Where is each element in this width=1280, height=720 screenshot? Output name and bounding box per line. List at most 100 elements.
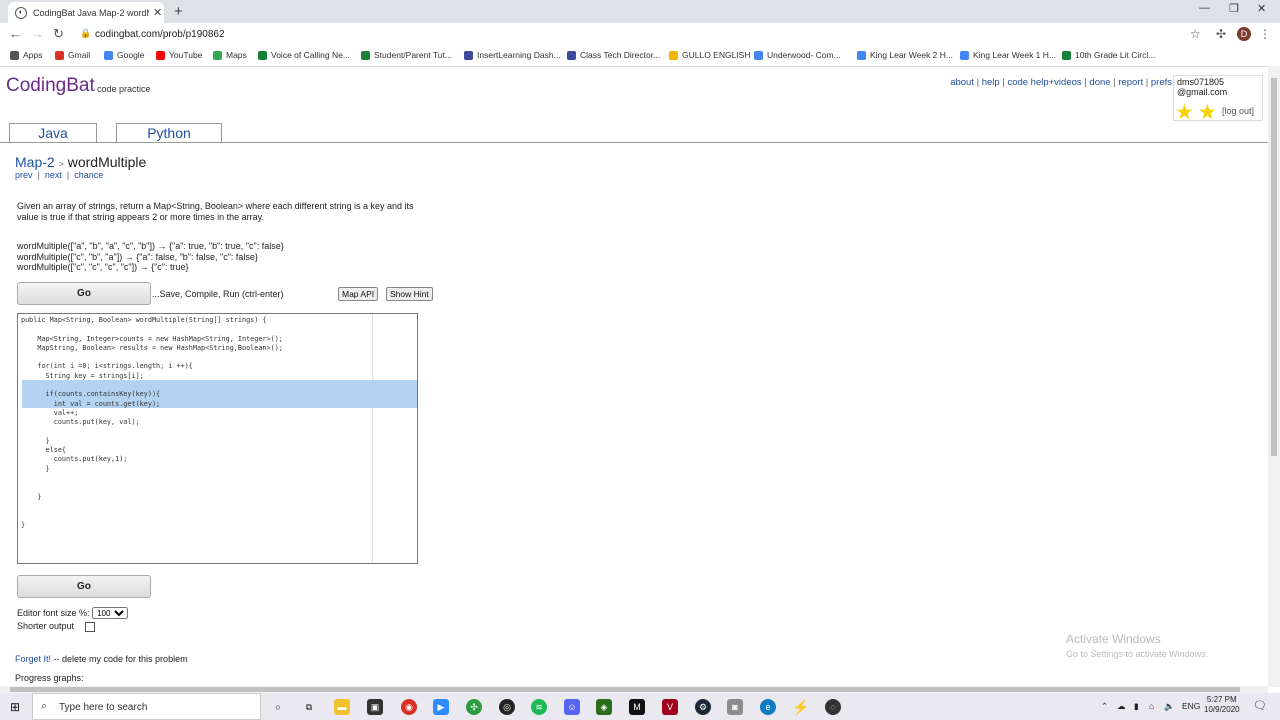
logout-link[interactable]: [log out] — [1222, 106, 1254, 116]
bookmark-item[interactable]: Underwood- Com... — [754, 50, 841, 60]
notifications-icon[interactable]: 🗨 — [1253, 699, 1267, 712]
tray-chevron-icon[interactable]: ⌃ — [1101, 701, 1108, 712]
code-line[interactable] — [21, 325, 283, 334]
maximize-icon[interactable]: ❐ — [1229, 2, 1239, 15]
bookmark-item[interactable]: InsertLearning Dash... — [464, 50, 561, 60]
tab-java[interactable]: Java — [9, 123, 97, 142]
code-line[interactable]: } — [21, 437, 283, 446]
chrome-icon[interactable]: ◉ — [401, 699, 417, 715]
lock-icon[interactable]: 🔒 — [80, 28, 91, 39]
camera-icon[interactable]: ◙ — [727, 699, 743, 715]
power-icon[interactable]: ▮ — [1134, 701, 1139, 712]
bookmark-item[interactable]: King Lear Week 2 H... — [857, 50, 953, 60]
cortana-icon[interactable]: ○ — [270, 699, 286, 715]
task-view-icon[interactable]: ⧉ — [301, 699, 317, 715]
file-explorer-icon[interactable]: ▬ — [334, 699, 350, 715]
app-icon[interactable]: ✣ — [466, 699, 482, 715]
minimize-icon[interactable]: — — [1199, 2, 1210, 14]
app-icon[interactable]: ⚡ — [792, 699, 809, 715]
steam-icon[interactable]: ⚙ — [695, 699, 711, 715]
help-link[interactable]: help — [982, 77, 1000, 88]
code-line[interactable]: counts.put(key, val); — [21, 418, 283, 427]
font-size-select[interactable]: 100 — [92, 607, 129, 619]
bookmark-item[interactable]: Gmail — [55, 50, 90, 60]
map-api-button[interactable]: Map API — [338, 287, 379, 301]
extensions-icon[interactable]: ✣ — [1216, 27, 1226, 41]
code-help-link[interactable]: code help+videos — [1007, 77, 1081, 88]
reload-icon[interactable]: ↻ — [53, 26, 64, 42]
code-line[interactable] — [21, 502, 283, 511]
discord-icon[interactable]: ☺ — [564, 699, 580, 715]
shorter-output-checkbox[interactable] — [84, 621, 95, 632]
code-line[interactable]: } — [21, 493, 283, 502]
language-indicator[interactable]: ENG — [1182, 701, 1200, 711]
close-window-icon[interactable]: ✕ — [1257, 2, 1266, 15]
tab-python[interactable]: Python — [116, 123, 222, 142]
store-icon[interactable]: ▣ — [367, 699, 383, 715]
chrome-menu-icon[interactable]: ⋮ — [1259, 27, 1271, 41]
code-line[interactable]: String key = strings[i]; — [21, 372, 283, 381]
next-link[interactable]: next — [45, 170, 62, 180]
code-line[interactable]: } — [21, 521, 283, 530]
spotify-icon[interactable]: ≋ — [531, 699, 547, 715]
nvidia-icon[interactable]: ◈ — [596, 699, 612, 715]
back-icon[interactable]: ← — [9, 26, 22, 41]
code-line[interactable]: MapString, Boolean> results = new HashMa… — [21, 344, 283, 353]
new-tab-button[interactable]: + — [174, 3, 183, 20]
code-line[interactable]: int val = counts.get(key); — [21, 400, 283, 409]
horizontal-scrollbar[interactable] — [0, 686, 1268, 693]
done-link[interactable]: done — [1089, 77, 1110, 88]
bookmark-item[interactable]: Voice of Calling Ne... — [258, 50, 350, 60]
forget-it-link[interactable]: Forget It! — [15, 654, 51, 664]
code-line[interactable] — [21, 474, 283, 483]
close-tab-icon[interactable]: ✕ — [153, 6, 162, 19]
taskbar-search[interactable]: ⌕ Type here to search — [32, 693, 261, 720]
code-line[interactable]: if(counts.containsKey(key)){ — [21, 390, 283, 399]
about-link[interactable]: about — [950, 77, 974, 88]
code-line[interactable]: else{ — [21, 446, 283, 455]
app-icon[interactable]: ◌ — [825, 699, 841, 715]
code-line[interactable] — [21, 381, 283, 390]
bookmark-item[interactable]: 10th Grade Lit Circl... — [1062, 50, 1155, 60]
chance-link[interactable]: chance — [74, 170, 103, 180]
code-line[interactable]: public Map<String, Boolean> wordMultiple… — [21, 316, 283, 325]
prefs-link[interactable]: prefs — [1151, 77, 1172, 88]
code-line[interactable] — [21, 353, 283, 362]
app-icon[interactable]: V — [662, 699, 678, 715]
show-hint-button[interactable]: Show Hint — [386, 287, 433, 301]
code-line[interactable] — [21, 511, 283, 520]
code-line[interactable]: val++; — [21, 409, 283, 418]
code-line[interactable]: for(int i =0; i<strings.length; i ++){ — [21, 362, 283, 371]
forward-icon[interactable]: → — [31, 26, 44, 41]
edge-icon[interactable]: e — [760, 699, 776, 715]
bookmark-item[interactable]: GULLO ENGLISH — [669, 50, 751, 60]
bookmark-item[interactable]: King Lear Week 1 H... — [960, 50, 1056, 60]
section-link[interactable]: Map-2 — [15, 154, 55, 170]
prev-link[interactable]: prev — [15, 170, 33, 180]
vertical-scrollbar[interactable] — [1268, 66, 1280, 687]
bookmark-item[interactable]: Apps — [10, 50, 42, 60]
clock[interactable]: 5:27 PM 10/9/2020 — [1204, 695, 1240, 715]
go-button-bottom[interactable]: Go — [17, 575, 151, 598]
code-text[interactable]: public Map<String, Boolean> wordMultiple… — [21, 316, 283, 530]
code-line[interactable] — [21, 483, 283, 492]
bookmark-item[interactable]: YouTube — [156, 50, 202, 60]
onedrive-icon[interactable]: ☁ — [1117, 701, 1126, 712]
windows-start-icon[interactable]: ⊞ — [10, 700, 20, 714]
code-line[interactable]: Map<String, Integer>counts = new HashMap… — [21, 335, 283, 344]
bookmark-item[interactable]: Google — [104, 50, 144, 60]
code-editor[interactable]: public Map<String, Boolean> wordMultiple… — [17, 313, 418, 564]
profile-avatar[interactable]: D — [1237, 27, 1251, 41]
app-icon[interactable]: ◎ — [499, 699, 515, 715]
bookmark-item[interactable]: Class Tech Director... — [567, 50, 660, 60]
browser-tab[interactable]: ◐ CodingBat Java Map-2 wordMultiple ✕ — [8, 2, 164, 23]
bookmark-item[interactable]: Student/Parent Tut... — [361, 50, 452, 60]
code-line[interactable] — [21, 428, 283, 437]
volume-icon[interactable]: 🔈 — [1164, 701, 1175, 712]
bookmark-item[interactable]: Maps — [213, 50, 247, 60]
code-line[interactable]: } — [21, 465, 283, 474]
app-icon[interactable]: M — [629, 699, 645, 715]
go-button[interactable]: Go — [17, 282, 151, 305]
bookmark-star-icon[interactable]: ☆ — [1190, 27, 1201, 41]
report-link[interactable]: report — [1118, 77, 1143, 88]
